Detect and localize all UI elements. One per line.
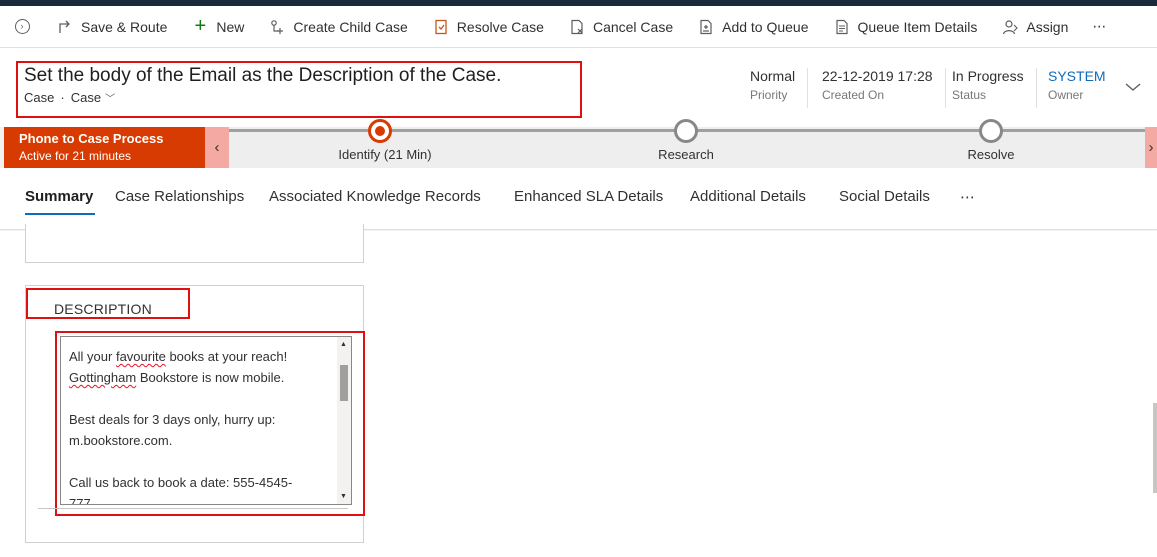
chevron-left-icon: ‹ <box>214 139 220 156</box>
create-child-case-label: Create Child Case <box>293 18 408 35</box>
created-on-value: 22-12-2019 17:28 <box>822 68 933 84</box>
status-label: Status <box>952 88 987 102</box>
save-and-route-button[interactable]: Save & Route <box>44 6 179 48</box>
tab-summary[interactable]: Summary <box>25 188 93 205</box>
resolve-case-label: Resolve Case <box>456 18 544 35</box>
owner-field: SYSTEM Owner <box>1036 68 1118 108</box>
status-field: In Progress Status <box>940 68 1037 108</box>
priority-field: Normal Priority <box>738 68 809 108</box>
plus-icon: + <box>194 15 207 37</box>
assign-label: Assign <box>1026 18 1069 35</box>
assign-button[interactable]: Assign <box>989 6 1080 48</box>
new-label: New <box>216 18 245 35</box>
chevron-right-icon: › <box>1148 139 1154 156</box>
form-tab-bar: Summary Case Relationships Associated Kn… <box>0 168 1157 230</box>
process-previous-button[interactable]: ‹ <box>205 127 229 168</box>
cancel-case-label: Cancel Case <box>592 18 674 35</box>
previous-section-card <box>25 224 364 263</box>
process-name: Phone to Case Process <box>19 131 164 146</box>
save-and-route-label: Save & Route <box>81 18 168 35</box>
tab-social-details[interactable]: Social Details <box>839 188 930 205</box>
stage-research-label[interactable]: Research <box>658 147 714 162</box>
child-case-icon <box>268 18 286 36</box>
cancel-case-button[interactable]: Cancel Case <box>556 6 685 48</box>
process-next-button[interactable]: › <box>1145 127 1157 168</box>
tab-enhanced-sla-details[interactable]: Enhanced SLA Details <box>514 188 663 205</box>
title-highlight-box <box>16 61 582 118</box>
description-field-highlight-box <box>55 331 365 516</box>
header-expand-button[interactable] <box>1124 80 1142 94</box>
record-header: Set the body of the Email as the Descrip… <box>0 48 1157 127</box>
site-map-toggle-button[interactable]: › <box>0 6 44 48</box>
field-divider <box>38 508 348 509</box>
owner-label: Owner <box>1048 88 1084 102</box>
person-icon <box>1001 18 1019 36</box>
chevron-right-circle-icon: › <box>14 19 30 34</box>
add-to-queue-label: Add to Queue <box>722 18 809 35</box>
tab-associated-knowledge-records[interactable]: Associated Knowledge Records <box>269 188 481 205</box>
stage-resolve-label[interactable]: Resolve <box>968 147 1015 162</box>
priority-label: Priority <box>750 88 788 102</box>
resolve-document-icon <box>432 18 450 36</box>
created-on-field: 22-12-2019 17:28 Created On <box>810 68 946 108</box>
cancel-document-icon <box>568 18 586 36</box>
stage-resolve-dot[interactable] <box>979 119 1003 143</box>
status-value: In Progress <box>952 68 1024 84</box>
more-tabs-button[interactable]: ⋯ <box>960 188 975 206</box>
queue-details-icon <box>833 18 851 36</box>
active-tab-indicator <box>25 213 95 215</box>
stage-research-dot[interactable] <box>674 119 698 143</box>
queue-item-details-label: Queue Item Details <box>857 18 978 35</box>
created-on-label: Created On <box>822 88 885 102</box>
resolve-case-button[interactable]: Resolve Case <box>420 6 556 48</box>
page-scrollbar-thumb[interactable] <box>1153 403 1157 493</box>
chevron-down-icon <box>1125 83 1141 91</box>
stage-track: Identify (21 Min) Research Resolve <box>229 119 1145 168</box>
case-form-page: › Save & Route + New Create Child Case R… <box>0 0 1157 557</box>
route-arrow-icon <box>56 18 74 36</box>
new-button[interactable]: + New <box>179 6 256 48</box>
queue-item-details-button[interactable]: Queue Item Details <box>821 6 990 48</box>
business-process-flow: Phone to Case Process Active for 21 minu… <box>0 119 1157 168</box>
stage-identify-label[interactable]: Identify (21 Min) <box>338 147 431 162</box>
more-commands-icon: ⋯ <box>1092 18 1107 34</box>
process-flyout-button[interactable]: Phone to Case Process Active for 21 minu… <box>4 127 205 168</box>
priority-value: Normal <box>750 68 796 84</box>
tab-case-relationships[interactable]: Case Relationships <box>115 188 244 205</box>
create-child-case-button[interactable]: Create Child Case <box>256 6 419 48</box>
add-to-queue-button[interactable]: Add to Queue <box>685 6 820 48</box>
owner-value[interactable]: SYSTEM <box>1048 68 1106 84</box>
more-commands-button[interactable]: ⋯ <box>1080 6 1118 48</box>
add-to-queue-icon <box>697 18 715 36</box>
description-label-highlight-box <box>26 288 190 319</box>
stage-identify-dot[interactable] <box>368 119 392 143</box>
process-duration: Active for 21 minutes <box>19 149 132 163</box>
command-bar: › Save & Route + New Create Child Case R… <box>0 6 1157 48</box>
tab-additional-details[interactable]: Additional Details <box>690 188 806 205</box>
